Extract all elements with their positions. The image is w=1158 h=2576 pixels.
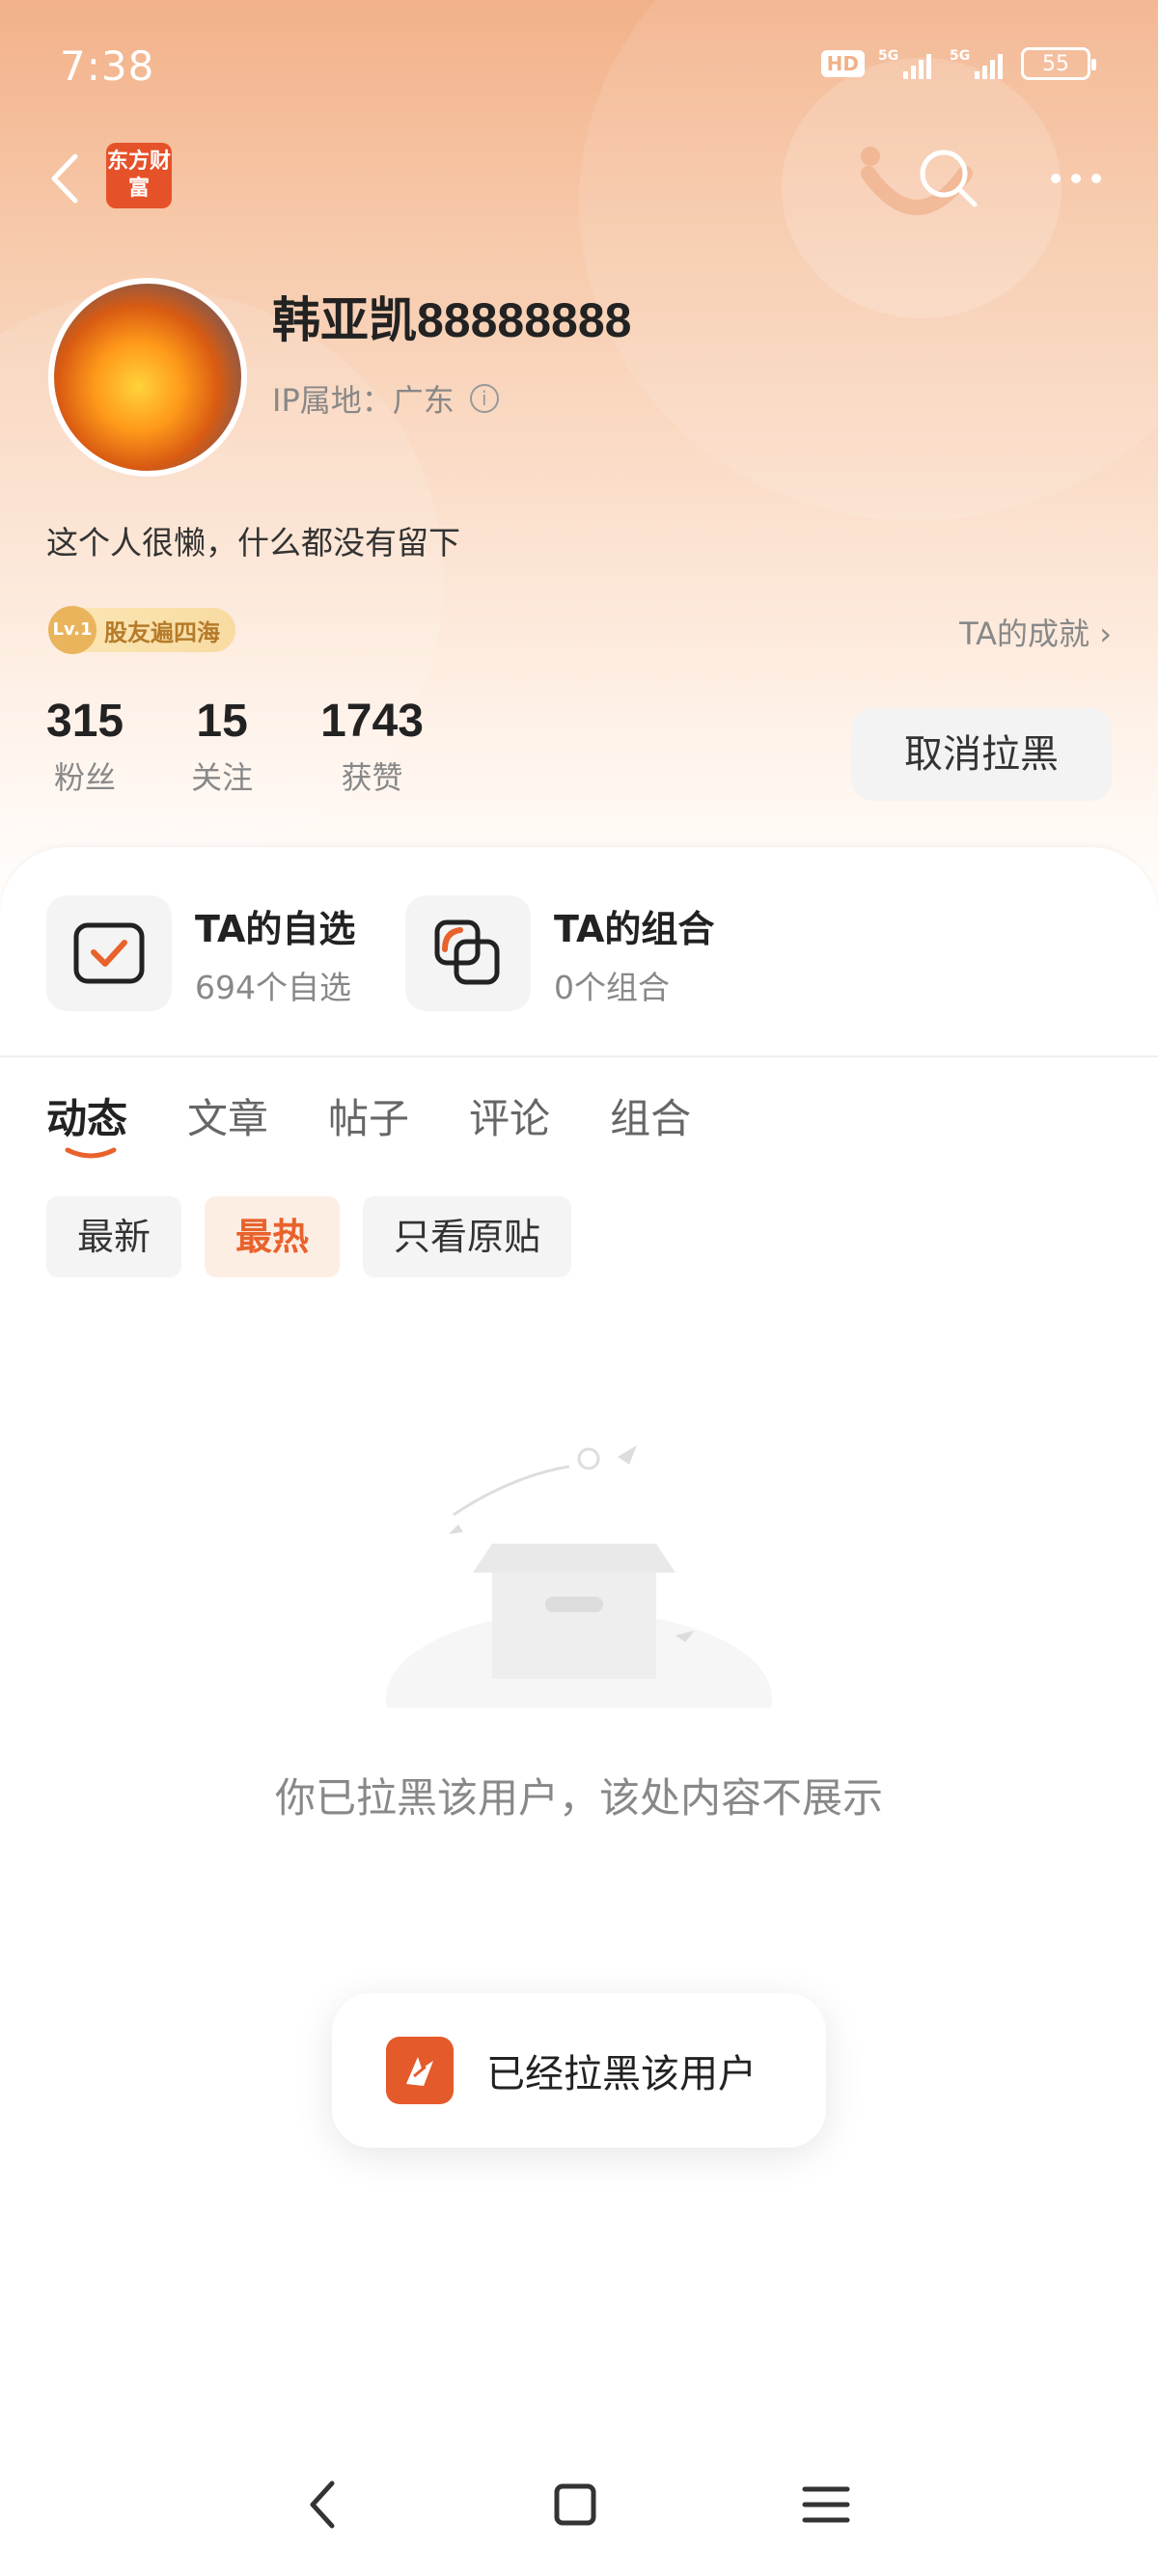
avatar[interactable] [48, 278, 247, 477]
stat-value: 315 [46, 696, 124, 747]
search-icon[interactable] [915, 145, 982, 212]
net1-label: 5G [878, 48, 898, 64]
content-tabs: 动态 文章 帖子 评论 组合 [46, 1086, 691, 1159]
ip-label: IP属地：广东 [272, 382, 455, 419]
battery-icon: 55 [1021, 47, 1096, 80]
tab-active-indicator [65, 1147, 117, 1159]
status-time: 7:38 [60, 42, 155, 90]
level-badge[interactable]: Lv.1 股友遍四海 [48, 606, 235, 654]
status-icons: HD 5G 5G 55 [820, 46, 1096, 81]
user-bio: 这个人很懒，什么都没有留下 [46, 524, 460, 562]
tab-label: 帖子 [328, 1095, 410, 1142]
tab-posts[interactable]: 帖子 [328, 1086, 409, 1145]
stat-label: 关注 [191, 759, 254, 796]
tab-articles[interactable]: 文章 [187, 1086, 268, 1145]
achievement-link[interactable]: TA的成就 › [959, 610, 1112, 654]
stat-following[interactable]: 15 关注 [191, 695, 253, 798]
portfolio-icon [405, 895, 531, 1011]
stat-value: 1743 [320, 696, 424, 747]
checkbox-icon [46, 895, 172, 1011]
system-back-icon[interactable] [286, 2466, 363, 2543]
level-name: 股友遍四海 [104, 618, 220, 646]
battery-level: 55 [1042, 51, 1069, 76]
toast: 已经拉黑该用户 [332, 1993, 826, 2148]
system-navigation-bar [0, 2451, 1158, 2557]
shortcut-subtitle: 694个自选 [195, 968, 351, 1006]
tab-label: 评论 [469, 1095, 551, 1142]
back-arrow-icon[interactable] [39, 145, 96, 212]
shortcut-title: TA的自选 [195, 907, 356, 950]
stat-label: 粉丝 [54, 759, 117, 796]
empty-box-illustration [386, 1445, 772, 1708]
shortcut-title: TA的组合 [554, 907, 715, 950]
app-logo-icon [386, 2037, 454, 2104]
username: 韩亚凯88888888 [272, 293, 632, 347]
shortcut-watchlist[interactable]: TA的自选 694个自选 [46, 895, 355, 1011]
system-home-icon[interactable] [537, 2466, 614, 2543]
net2-label: 5G [950, 48, 970, 64]
profile-stats: 315 粉丝 15 关注 1743 获赞 [46, 695, 424, 798]
tab-dynamics[interactable]: 动态 [46, 1086, 128, 1159]
signal-icon: 5G [878, 48, 931, 79]
unblock-button[interactable]: 取消拉黑 [851, 708, 1112, 801]
tab-label: 组合 [610, 1095, 692, 1142]
empty-state-message: 你已拉黑该用户，该处内容不展示 [274, 1774, 883, 1822]
filter-original-only[interactable]: 只看原贴 [363, 1196, 572, 1277]
filter-hottest[interactable]: 最热 [205, 1196, 341, 1277]
toast-text: 已经拉黑该用户 [486, 2052, 757, 2096]
hd-badge: HD [820, 50, 865, 77]
tab-portfolios[interactable]: 组合 [610, 1086, 691, 1145]
status-bar: 7:38 HD 5G 5G 55 [0, 0, 1158, 135]
stat-followers[interactable]: 315 粉丝 [46, 695, 124, 798]
achievement-label: TA的成就 [959, 616, 1090, 652]
shortcut-portfolio[interactable]: TA的组合 0个组合 [405, 895, 714, 1011]
tab-label: 动态 [46, 1095, 128, 1142]
stat-likes[interactable]: 1743 获赞 [320, 695, 424, 798]
ip-location: IP属地：广东 i [272, 376, 499, 421]
chevron-right-icon: › [1099, 616, 1112, 652]
app-logo: 东方财富 [106, 143, 172, 208]
system-menu-icon[interactable] [787, 2466, 865, 2543]
tab-label: 文章 [187, 1095, 269, 1142]
signal-icon: 5G [950, 48, 1003, 79]
stat-label: 获赞 [341, 759, 403, 796]
tab-comments[interactable]: 评论 [469, 1086, 550, 1145]
info-icon[interactable]: i [469, 384, 499, 413]
shortcut-subtitle: 0个组合 [554, 968, 670, 1006]
more-icon[interactable] [1042, 145, 1110, 212]
divider [0, 1055, 1158, 1057]
stat-value: 15 [196, 696, 248, 747]
level-medal-icon: Lv.1 [48, 606, 96, 654]
filter-latest[interactable]: 最新 [46, 1196, 182, 1277]
top-nav: 东方财富 [0, 135, 1158, 222]
filter-chips: 最新 最热 只看原贴 [46, 1196, 572, 1277]
